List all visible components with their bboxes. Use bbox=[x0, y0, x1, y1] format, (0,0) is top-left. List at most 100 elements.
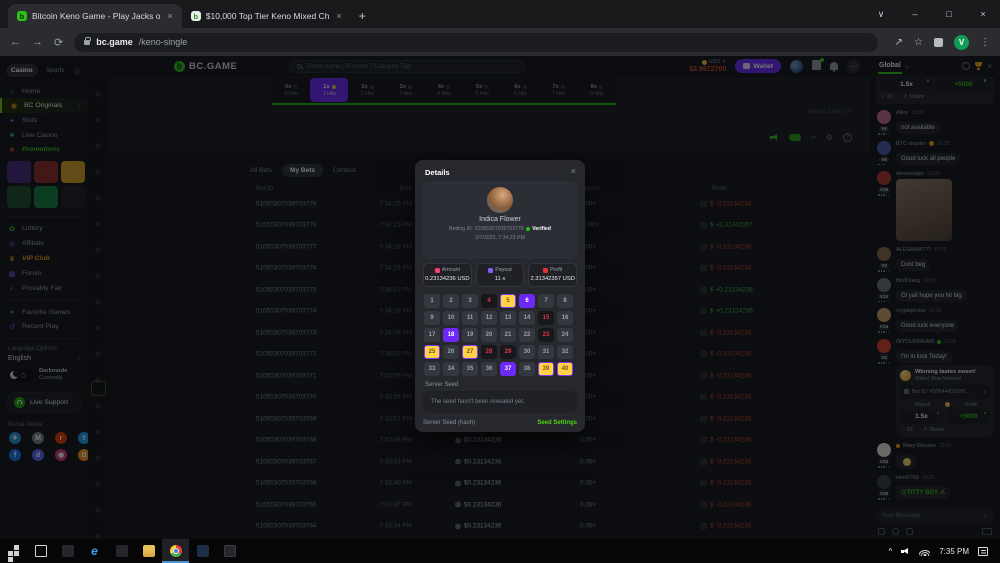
url-bar[interactable]: bc.game/keno-single bbox=[74, 33, 877, 52]
stat-box: Amount 0.23134236 USD bbox=[423, 263, 472, 287]
keno-tile: 4 bbox=[481, 294, 497, 308]
keno-tile: 11 bbox=[462, 311, 478, 325]
keno-tile: 34 bbox=[443, 362, 459, 376]
modal-close-icon[interactable]: × bbox=[571, 166, 576, 176]
forward-icon[interactable]: → bbox=[32, 36, 43, 48]
extensions-icon[interactable] bbox=[934, 38, 943, 47]
keno-tile: 37 bbox=[500, 362, 516, 376]
tab-close-icon[interactable]: × bbox=[168, 11, 173, 21]
server-seed-label: Server Seed bbox=[425, 382, 458, 388]
back-icon[interactable]: ← bbox=[10, 36, 21, 48]
browser-tab-1[interactable]: b Bitcoin Keno Game - Play Jacks o × bbox=[8, 4, 182, 28]
share-icon[interactable]: ↗ bbox=[895, 37, 903, 48]
taskbar-app[interactable]: e bbox=[81, 539, 108, 563]
bet-datetime: 2/7/2022, 7:34:23 PM bbox=[423, 235, 577, 241]
keno-tile: 15 bbox=[538, 311, 554, 325]
stat-value: 0.23134236 USD bbox=[424, 276, 471, 282]
taskbar-app[interactable] bbox=[189, 539, 216, 563]
url-path: /keno-single bbox=[139, 37, 188, 47]
seed-settings-link[interactable]: Seed Settings bbox=[537, 420, 577, 426]
keno-tile: 27 bbox=[462, 345, 478, 359]
windows-taskbar: e ^ 7:35 PM bbox=[0, 539, 1000, 563]
tab-search-icon[interactable]: ∨ bbox=[864, 0, 898, 28]
stat-label: Profit bbox=[550, 267, 562, 273]
stat-icon bbox=[543, 268, 548, 273]
keno-tile: 36 bbox=[481, 362, 497, 376]
action-center-icon[interactable] bbox=[978, 547, 988, 556]
keno-tile: 3 bbox=[462, 294, 478, 308]
minimize-button[interactable]: – bbox=[898, 0, 932, 28]
keno-tile: 16 bbox=[557, 311, 573, 325]
keno-tile: 1 bbox=[424, 294, 440, 308]
close-button[interactable]: × bbox=[966, 0, 1000, 28]
stat-box: Payout 11 x bbox=[476, 263, 525, 287]
taskbar-app[interactable] bbox=[162, 539, 189, 563]
browser-toolbar: ← → ⟳ bc.game/keno-single ↗ ☆ V ⋮ bbox=[0, 28, 1000, 56]
bcgame-favicon: b bbox=[191, 11, 201, 21]
taskbar-app[interactable] bbox=[0, 539, 27, 563]
stat-value: 11 x bbox=[477, 276, 524, 282]
reload-icon[interactable]: ⟳ bbox=[54, 36, 63, 49]
tray-expand-icon[interactable]: ^ bbox=[888, 547, 892, 556]
app-icon bbox=[224, 545, 236, 557]
keno-tile: 33 bbox=[424, 362, 440, 376]
app-icon bbox=[170, 545, 182, 557]
stat-icon bbox=[435, 268, 440, 273]
keno-tile: 20 bbox=[481, 328, 497, 342]
window-controls: ∨ – □ × bbox=[864, 0, 1000, 28]
keno-tile: 7 bbox=[538, 294, 554, 308]
bookmark-star-icon[interactable]: ☆ bbox=[914, 37, 923, 48]
keno-tile: 29 bbox=[500, 345, 516, 359]
seed-footer: Server Seed (hash) Seed Settings bbox=[423, 420, 577, 426]
taskbar-app[interactable] bbox=[216, 539, 243, 563]
keno-tile: 19 bbox=[462, 328, 478, 342]
betting-id-line: Betting ID: 51055307039703778 Verified bbox=[423, 226, 577, 232]
stat-icon bbox=[488, 268, 493, 273]
maximize-button[interactable]: □ bbox=[932, 0, 966, 28]
keno-tile: 10 bbox=[443, 311, 459, 325]
keno-tile: 5 bbox=[500, 294, 516, 308]
keno-tile: 13 bbox=[500, 311, 516, 325]
player-profile-card: Indica Flower Betting ID: 51055307039703… bbox=[423, 181, 577, 259]
stat-label: Payout bbox=[495, 267, 512, 273]
app-icon bbox=[8, 545, 20, 557]
keno-tile: 17 bbox=[424, 328, 440, 342]
keno-tile: 12 bbox=[481, 311, 497, 325]
tab-title: $10,000 Top Tier Keno Mixed Ch bbox=[206, 11, 330, 21]
clock[interactable]: 7:35 PM bbox=[939, 547, 969, 556]
taskbar-app[interactable] bbox=[27, 539, 54, 563]
keno-tile: 25 bbox=[424, 345, 440, 359]
stat-box: Profit 2.31342357 USD bbox=[528, 263, 577, 287]
bet-details-modal: Details × Indica Flower Betting ID: 5105… bbox=[415, 160, 585, 432]
new-tab-button[interactable]: + bbox=[359, 9, 366, 23]
taskbar-app[interactable] bbox=[135, 539, 162, 563]
app-icon bbox=[197, 545, 209, 557]
server-seed-hash-label: Server Seed (hash) bbox=[423, 420, 475, 426]
keno-tile: 26 bbox=[443, 345, 459, 359]
browser-chrome: b Bitcoin Keno Game - Play Jacks o × b $… bbox=[0, 0, 1000, 56]
app-icon bbox=[116, 545, 128, 557]
menu-dots-icon[interactable]: ⋮ bbox=[980, 37, 990, 48]
keno-tile: 30 bbox=[519, 345, 535, 359]
keno-tile: 32 bbox=[557, 345, 573, 359]
volume-icon[interactable] bbox=[901, 548, 910, 555]
stat-value: 2.31342357 USD bbox=[529, 276, 576, 282]
player-name: Indica Flower bbox=[423, 216, 577, 223]
network-icon[interactable] bbox=[919, 547, 930, 556]
browser-tab-2[interactable]: b $10,000 Top Tier Keno Mixed Ch × bbox=[182, 4, 351, 28]
screen: b Bitcoin Keno Game - Play Jacks o × b $… bbox=[0, 0, 1000, 563]
bcgame-favicon: b bbox=[17, 11, 27, 21]
keno-tile: 23 bbox=[538, 328, 554, 342]
player-avatar[interactable] bbox=[487, 187, 513, 213]
keno-tile: 31 bbox=[538, 345, 554, 359]
keno-tile: 39 bbox=[538, 362, 554, 376]
url-host: bc.game bbox=[96, 37, 133, 47]
taskbar-app[interactable] bbox=[108, 539, 135, 563]
tab-close-icon[interactable]: × bbox=[336, 11, 341, 21]
lock-icon bbox=[84, 40, 90, 45]
keno-tile: 2 bbox=[443, 294, 459, 308]
keno-tile: 40 bbox=[557, 362, 573, 376]
taskbar-app[interactable] bbox=[54, 539, 81, 563]
keno-grid: 1 2 3 4 5 6 7 8 9 10 bbox=[424, 294, 573, 376]
browser-profile-avatar[interactable]: V bbox=[954, 35, 969, 50]
